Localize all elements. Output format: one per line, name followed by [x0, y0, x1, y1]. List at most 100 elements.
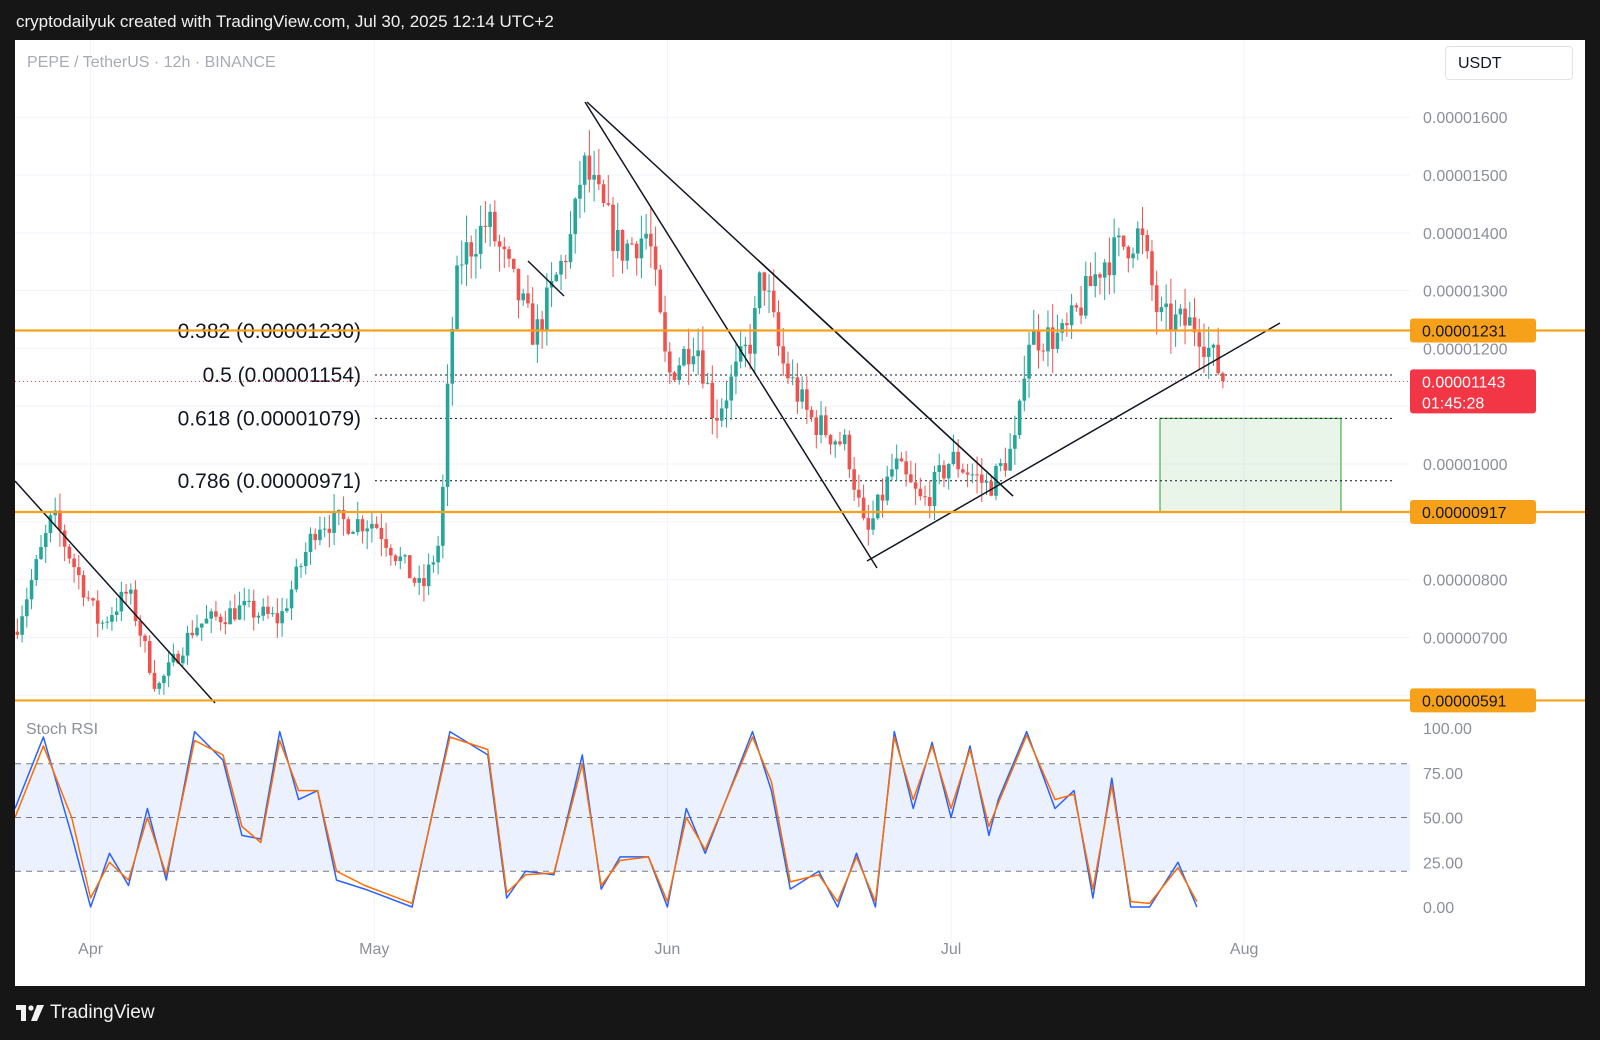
candle-body — [1140, 228, 1145, 236]
candle-body — [162, 675, 166, 684]
candle-body — [667, 351, 672, 373]
tradingview-logo[interactable]: TradingView — [16, 1002, 155, 1024]
candle-body — [620, 230, 625, 261]
candle-body — [322, 528, 327, 530]
chart-footer: TradingView — [0, 986, 1600, 1040]
candle-body — [1183, 308, 1187, 326]
candle-body — [370, 523, 374, 529]
candle-body — [1031, 329, 1036, 345]
candle-body — [58, 510, 62, 531]
candle-body — [630, 243, 634, 245]
candle-body — [1173, 314, 1178, 331]
candle-body — [592, 174, 596, 180]
candle-body — [455, 265, 459, 329]
candle-body — [114, 611, 119, 616]
candle-body — [573, 198, 578, 235]
candle-body — [554, 274, 559, 281]
candle-body — [786, 363, 790, 379]
stoch-axis-label: 50.00 — [1423, 811, 1463, 828]
candle-body — [578, 184, 582, 199]
candle-body — [228, 608, 232, 625]
candle-body — [734, 361, 738, 377]
candle-body — [147, 641, 152, 673]
time-axis-label: May — [359, 941, 389, 958]
candle-body — [691, 356, 696, 365]
candle-body — [1074, 305, 1079, 308]
candle-body — [795, 377, 800, 402]
candle-body — [256, 615, 261, 618]
candle-body — [384, 539, 388, 548]
candle-body — [998, 463, 1003, 466]
candle-body — [360, 519, 365, 532]
candle-body — [441, 486, 445, 546]
candle-body — [701, 350, 705, 384]
candle-body — [270, 613, 275, 615]
candle-body — [379, 527, 384, 540]
candle-body — [526, 293, 530, 304]
candle-body — [398, 556, 403, 562]
candle-body — [464, 242, 469, 265]
candle-body — [95, 600, 100, 624]
candle-body — [1126, 246, 1131, 259]
candle-body — [875, 494, 880, 519]
candle-body — [634, 243, 639, 259]
candle-body — [1169, 303, 1173, 331]
candle-body — [894, 458, 899, 470]
level-price-tag-text: 0.00001231 — [1422, 324, 1507, 341]
candle-body — [280, 611, 284, 624]
candle-body — [289, 589, 294, 609]
candle-body — [43, 533, 48, 548]
candle-body — [644, 233, 648, 239]
chart-panel[interactable]: 0.382 (0.00001230) 0.5 (0.00001154) 0.618 … — [15, 40, 1585, 986]
candle-body — [653, 246, 658, 270]
candle-body — [861, 497, 866, 519]
candle-body — [781, 346, 786, 364]
candle-body — [105, 621, 109, 623]
candle-body — [469, 242, 474, 257]
price-axis-label: 0.00001200 — [1423, 341, 1508, 358]
candle-body — [365, 528, 369, 532]
candle-body — [904, 461, 908, 475]
candle-body — [1206, 347, 1211, 357]
price-chart[interactable]: 0.382 (0.00001230)0.5 (0.00001154)0.618 … — [15, 40, 1585, 986]
candle-body — [937, 465, 942, 472]
candle-body — [1065, 323, 1069, 326]
candle-body — [1164, 303, 1168, 308]
candle-body — [459, 264, 464, 266]
candle-body — [502, 246, 507, 250]
candle-body — [852, 469, 856, 490]
level-price-tag-text: 0.00000591 — [1422, 693, 1507, 710]
currency-selector[interactable]: USDT — [1445, 46, 1573, 80]
candle-body — [658, 269, 663, 313]
time-axis-label: Jul — [941, 941, 961, 958]
candle-body — [984, 481, 989, 483]
candle-body — [871, 518, 875, 530]
candle-body — [426, 564, 431, 587]
candle-body — [696, 350, 700, 357]
stoch-axis-label: 100.00 — [1423, 721, 1472, 738]
candle-body — [110, 615, 114, 622]
candle-body — [946, 464, 951, 479]
time-axis-label: Aug — [1230, 941, 1258, 958]
candle-body — [422, 578, 426, 587]
candle-body — [1178, 308, 1183, 315]
candle-body — [1187, 317, 1192, 326]
candle-body — [1121, 235, 1126, 247]
price-axis-label: 0.00001400 — [1423, 226, 1508, 243]
candle-body — [677, 365, 682, 380]
candle-body — [1008, 448, 1012, 471]
price-axis-label: 0.00000700 — [1423, 630, 1508, 647]
candle-body — [1069, 305, 1074, 326]
candle-body — [412, 578, 417, 583]
candle-body — [823, 415, 828, 436]
candle-body — [237, 605, 242, 620]
trend-line — [584, 101, 878, 569]
candle-body — [961, 469, 965, 473]
candle-body — [1083, 276, 1088, 316]
candle-body — [805, 389, 809, 410]
candle-body — [710, 382, 715, 419]
candle-body — [483, 225, 488, 227]
chart-caption: cryptodailyuk created with TradingView.c… — [16, 12, 554, 31]
candle-body — [1017, 400, 1022, 436]
candle-body — [639, 238, 644, 259]
